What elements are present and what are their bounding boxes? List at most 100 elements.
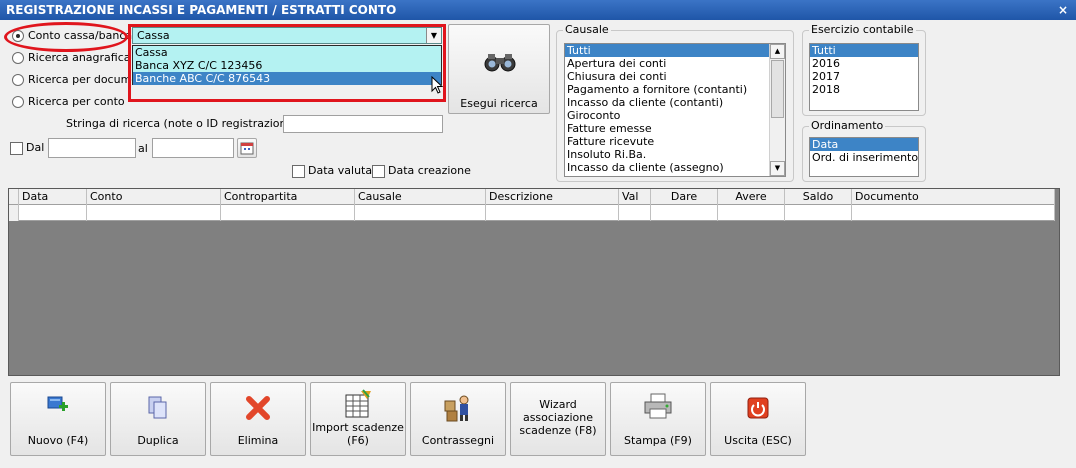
column-header[interactable]: Descrizione [486, 189, 619, 205]
checkbox-box[interactable] [292, 164, 305, 178]
checkbox-data-creazione[interactable]: Data creazione [372, 163, 471, 179]
scrollbar-thumb[interactable] [771, 60, 784, 118]
column-header[interactable]: Dare [651, 189, 718, 205]
delete-button-label: Elimina [237, 434, 279, 447]
contrassegni-button[interactable]: Contrassegni [410, 382, 506, 456]
add-record-icon [47, 396, 68, 411]
column-header[interactable]: Saldo [785, 189, 852, 205]
date-from-input[interactable] [48, 138, 136, 158]
duplicate-button[interactable]: Duplica [110, 382, 206, 456]
checkbox-label: Dal [26, 141, 45, 154]
calendar-button[interactable] [237, 138, 257, 158]
radio-ricerca-anagrafica[interactable]: Ricerca anagrafica [12, 50, 131, 66]
new-button-label: Nuovo (F4) [27, 434, 89, 447]
date-to-label: al [138, 142, 148, 155]
list-item[interactable]: 2016 [810, 57, 918, 70]
scroll-down-icon[interactable]: ▼ [770, 161, 785, 176]
list-item[interactable]: Incasso da cliente (assegno) [565, 161, 785, 174]
radio-ricerca-conto[interactable]: Ricerca per conto [12, 94, 125, 110]
list-item[interactable]: Fatture ricevute [565, 135, 785, 148]
table-cell[interactable] [87, 205, 221, 221]
radio-button[interactable] [12, 74, 24, 86]
radio-button[interactable] [12, 96, 24, 108]
causale-group: Causale Tutti Apertura dei conti Chiusur… [556, 23, 794, 182]
radio-label: Ricerca anagrafica [28, 51, 131, 64]
list-item[interactable]: Apertura dei conti [565, 57, 785, 70]
list-item[interactable]: 2017 [810, 70, 918, 83]
checkbox-box[interactable] [372, 164, 385, 178]
table-cell[interactable] [19, 205, 87, 221]
import-scadenze-button[interactable]: Import scadenze (F6) [310, 382, 406, 456]
wizard-label-line2: associazione [522, 411, 594, 424]
delete-button[interactable]: Elimina [210, 382, 306, 456]
duplicate-icon [148, 396, 167, 419]
list-item[interactable]: Incasso da cliente (contanti) [565, 96, 785, 109]
list-item[interactable]: Fatture emesse [565, 122, 785, 135]
column-header[interactable]: Contropartita [221, 189, 355, 205]
list-item[interactable]: Pagamento a fornitore (contanti) [565, 83, 785, 96]
window-titlebar: REGISTRAZIONE INCASSI E PAGAMENTI / ESTR… [0, 0, 1076, 20]
table-cell[interactable] [619, 205, 651, 221]
ordinamento-listbox[interactable]: Data Ord. di inserimento [809, 137, 919, 177]
ordinamento-group: Ordinamento Data Ord. di inserimento [802, 119, 926, 182]
list-item[interactable]: Giroconto [565, 109, 785, 122]
list-item[interactable]: Tutti [810, 44, 918, 57]
table-row[interactable] [9, 205, 1055, 221]
column-header[interactable]: Val [619, 189, 651, 205]
delivery-person-icon [444, 395, 469, 422]
table-cell[interactable] [718, 205, 785, 221]
search-button-label: Esegui ricerca [460, 97, 538, 110]
mouse-cursor-icon [431, 76, 443, 94]
list-item[interactable]: Insoluto Ri.Ba. [565, 148, 785, 161]
checkbox-dal[interactable]: Dal [10, 140, 44, 156]
esercizio-title: Esercizio contabile [809, 23, 916, 37]
column-header[interactable]: Data [19, 189, 87, 205]
checkbox-data-valuta[interactable]: Data valuta [292, 163, 372, 179]
causale-title: Causale [563, 23, 611, 37]
list-item[interactable]: Ord. di inserimento [810, 151, 918, 164]
contrassegni-button-label: Contrassegni [421, 434, 495, 447]
import-label-line2: (F6) [347, 434, 369, 447]
row-selector[interactable] [9, 205, 19, 221]
list-item[interactable]: 2018 [810, 83, 918, 96]
table-cell[interactable] [785, 205, 852, 221]
causale-listbox[interactable]: Tutti Apertura dei conti Chiusura dei co… [564, 43, 786, 177]
search-string-input[interactable] [283, 115, 443, 133]
results-grid[interactable]: Data Conto Contropartita Causale Descriz… [8, 188, 1060, 376]
calendar-icon [240, 142, 254, 155]
esercizio-listbox[interactable]: Tutti 2016 2017 2018 [809, 43, 919, 111]
wizard-associazione-button[interactable]: Wizard associazione scadenze (F8) [510, 382, 606, 456]
print-button[interactable]: Stampa (F9) [610, 382, 706, 456]
list-item[interactable]: Data [810, 138, 918, 151]
binoculars-icon [484, 54, 516, 72]
checkbox-box[interactable] [10, 141, 23, 155]
highlight-rectangle [128, 24, 446, 102]
delete-x-icon [246, 396, 270, 420]
exit-button[interactable]: Uscita (ESC) [710, 382, 806, 456]
column-header[interactable]: Conto [87, 189, 221, 205]
table-cell[interactable] [651, 205, 718, 221]
spreadsheet-icon [345, 389, 371, 418]
column-header[interactable]: Documento [852, 189, 1055, 205]
causale-scrollbar[interactable]: ▲ ▼ [769, 44, 785, 176]
list-item[interactable]: Chiusura dei conti [565, 70, 785, 83]
scroll-up-icon[interactable]: ▲ [770, 44, 785, 59]
table-cell[interactable] [486, 205, 619, 221]
close-icon[interactable]: × [1058, 0, 1068, 20]
table-cell[interactable] [221, 205, 355, 221]
wizard-label-line1: Wizard [539, 398, 577, 411]
column-header[interactable]: Causale [355, 189, 486, 205]
search-string-label: Stringa di ricerca (note o ID registrazi… [66, 117, 305, 130]
table-cell[interactable] [355, 205, 486, 221]
table-cell[interactable] [852, 205, 1055, 221]
column-header[interactable]: Avere [718, 189, 785, 205]
row-selector-header [9, 189, 19, 205]
radio-button[interactable] [12, 52, 24, 64]
exit-button-label: Uscita (ESC) [724, 434, 792, 447]
search-button[interactable]: Esegui ricerca [448, 24, 550, 114]
date-to-input[interactable] [152, 138, 234, 158]
list-item[interactable]: Tutti [565, 44, 785, 57]
printer-icon [644, 393, 672, 419]
new-button[interactable]: Nuovo (F4) [10, 382, 106, 456]
power-icon [747, 397, 769, 419]
